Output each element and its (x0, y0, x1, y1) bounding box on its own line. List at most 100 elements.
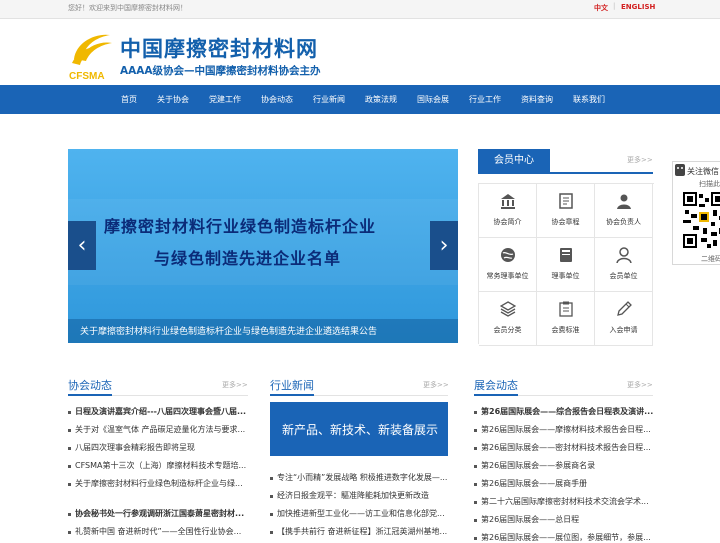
member-cell-charter[interactable]: 协会章程 (537, 184, 595, 238)
nav-item-policy[interactable]: 政策法规 (365, 94, 397, 105)
member-grid: 协会简介 协会章程 协会负责人 常务理事单位 理事单位 会员单位 会员分类 会费… (478, 183, 654, 346)
promo-text: 新产品、新技术、新装备展示 (282, 423, 439, 437)
member-cell-label: 协会章程 (551, 218, 580, 226)
member-cell-council[interactable]: 理事单位 (537, 238, 595, 292)
member-center-tab[interactable]: 会员中心 (478, 149, 550, 173)
member-cell-categories[interactable]: 会员分类 (479, 292, 537, 346)
svg-text:CFSMA: CFSMA (69, 71, 105, 82)
list-bullet (474, 519, 477, 522)
list-bullet (270, 513, 273, 516)
list-bullet (68, 447, 71, 450)
wechat-qr-box: 关注微信 扫描此 二维码 (672, 161, 720, 265)
banner-slider[interactable]: 摩擦密封材料行业绿色制造标杆企业 与绿色制造先进企业名单 关于摩擦密封材料行业绿… (68, 149, 458, 343)
news-item[interactable]: 八届四次理事会精彩报告即将呈现 (75, 442, 250, 453)
nav-item-data-query[interactable]: 资料查询 (521, 94, 553, 105)
list-bullet (474, 465, 477, 468)
banner-caption[interactable]: 关于摩擦密封材料行业绿色制造标杆企业与绿色制造先进企业遴选结果公告 (80, 324, 377, 337)
list-bullet (68, 531, 71, 534)
welcome-text: 您好！欢迎来到中国摩擦密封材料网！ (68, 4, 187, 12)
banner-headline-2: 与绿色制造先进企业名单 (154, 249, 342, 268)
banner-stripe (68, 199, 458, 285)
member-cell-label: 理事单位 (551, 272, 580, 280)
wechat-scan-text: 扫描此 (699, 180, 720, 188)
list-bullet (474, 429, 477, 432)
nav-item-about[interactable]: 关于协会 (157, 94, 189, 105)
list-bullet (68, 411, 71, 414)
news-item[interactable]: 加快推进新型工业化——访工业和信息化部党... (277, 508, 449, 519)
member-cell-label: 会费标准 (551, 326, 580, 334)
nav-item-contact[interactable]: 联系我们 (573, 94, 605, 105)
news-item[interactable]: 第26届国际展会——综合报告会日程表及演讲... (481, 406, 653, 417)
section-title-association[interactable]: 协会动态 (68, 377, 112, 393)
news-item[interactable]: 第26届国际展会——密封材料技术报告会日程... (481, 442, 653, 453)
banner-prev-arrow-icon[interactable]: ‹ (68, 221, 96, 270)
site-title: 中国摩擦密封材料网 (120, 37, 318, 61)
banner-headline-1: 摩擦密封材料行业绿色制造标杆企业 (104, 217, 377, 236)
exhibition-divider-accent (474, 394, 518, 396)
list-bullet (474, 483, 477, 486)
association-more-link[interactable]: 更多>> (222, 380, 248, 390)
site-header: CFSMA 中国摩擦密封材料网 AAAA级协会—中国摩擦密封材料协会主办 (0, 19, 720, 85)
news-item[interactable]: 协会秘书处一行参观调研浙江国泰萧星密封材... (75, 508, 250, 519)
nav-item-industry-news[interactable]: 行业新闻 (313, 94, 345, 105)
industry-promo-banner[interactable]: 新产品、新技术、新装备展示 (270, 402, 448, 456)
list-bullet (68, 513, 71, 516)
industry-more-link[interactable]: 更多>> (423, 380, 449, 390)
news-item[interactable]: 第26届国际展会——展位图，参展细节，参展... (481, 532, 653, 543)
exhibition-more-link[interactable]: 更多>> (627, 380, 653, 390)
member-cell-label: 会员单位 (609, 272, 638, 280)
wechat-icon (675, 164, 685, 176)
news-item[interactable]: 第26届国际展会——参展商名录 (481, 460, 653, 471)
building-icon (501, 194, 515, 209)
list-bullet (270, 495, 273, 498)
list-bullet (68, 483, 71, 486)
wechat-qrcode-text: 二维码 (701, 255, 720, 263)
member-cell-apply[interactable]: 入会申请 (595, 292, 653, 346)
member-cell-label: 常务理事单位 (486, 272, 529, 280)
industry-divider-accent (270, 394, 314, 396)
list-bullet (68, 465, 71, 468)
language-chinese-link[interactable]: 中文 (594, 3, 608, 13)
nav-item-party[interactable]: 党建工作 (209, 94, 241, 105)
banner-next-arrow-icon[interactable]: › (430, 221, 458, 270)
banner-caption-bar[interactable]: 关于摩擦密封材料行业绿色制造标杆企业与绿色制造先进企业遴选结果公告 (68, 319, 458, 343)
main-nav: 首页 关于协会 党建工作 协会动态 行业新闻 政策法规 国际会展 行业工作 资料… (0, 85, 720, 114)
news-item[interactable]: 关于对《温室气体 产品碳足迹量化方法与要求... (75, 424, 250, 435)
news-item[interactable]: 第26届国际展会——摩擦材料技术报告会日程... (481, 424, 653, 435)
member-cell-intro[interactable]: 协会简介 (479, 184, 537, 238)
news-item[interactable]: 第26届国际展会——展商手册 (481, 478, 653, 489)
news-item[interactable]: 【携手共前行 奋进新征程】浙江冠英湖州基地... (277, 526, 449, 537)
nav-item-association-news[interactable]: 协会动态 (261, 94, 293, 105)
member-cell-label: 入会申请 (609, 326, 638, 334)
member-cell-leaders[interactable]: 协会负责人 (595, 184, 653, 238)
member-more-link[interactable]: 更多>> (627, 155, 653, 165)
nav-item-exhibition[interactable]: 国际会展 (417, 94, 449, 105)
news-item[interactable]: CFSMA第十三次（上海）摩擦材料技术专题培... (75, 460, 250, 471)
language-english-link[interactable]: ENGLISH (621, 3, 655, 11)
news-item[interactable]: 第26届国际展会——总日程 (481, 514, 653, 525)
news-item[interactable]: 专注“小而精”发展战略 积极推进数字化发展—... (277, 472, 449, 483)
section-title-industry[interactable]: 行业新闻 (270, 377, 314, 393)
list-bullet (474, 447, 477, 450)
book-icon (560, 248, 572, 262)
member-cell-fees[interactable]: 会费标准 (537, 292, 595, 346)
cfsma-logo[interactable]: CFSMA (68, 29, 114, 83)
nav-item-industry-work[interactable]: 行业工作 (469, 94, 501, 105)
layers-icon (500, 301, 516, 317)
news-item[interactable]: 经济日报金观平：驅准降能耗加快更新改造 (277, 490, 449, 501)
news-item[interactable]: 礼赞新中国 奋进新时代”——全国性行业协会... (75, 526, 250, 537)
list-bullet (270, 477, 273, 480)
clipboard-icon (559, 301, 573, 317)
news-item[interactable]: 日程及演讲嘉宾介绍---八届四次理事会暨八届... (75, 406, 250, 417)
globe-icon (501, 248, 515, 262)
qr-code-icon (681, 190, 720, 250)
news-item[interactable]: 第二十六届国际摩擦密封材料技术交流会学术... (481, 496, 653, 507)
wechat-title: 关注微信 (687, 167, 719, 176)
document-icon (559, 193, 573, 209)
member-cell-members[interactable]: 会员单位 (595, 238, 653, 292)
news-item[interactable]: 关于摩擦密封材料行业绿色制造标杆企业与绿... (75, 478, 250, 489)
section-title-exhibition[interactable]: 展会动态 (474, 377, 518, 393)
nav-item-home[interactable]: 首页 (121, 94, 137, 105)
user-icon (616, 247, 632, 263)
member-cell-standing-council[interactable]: 常务理事单位 (479, 238, 537, 292)
